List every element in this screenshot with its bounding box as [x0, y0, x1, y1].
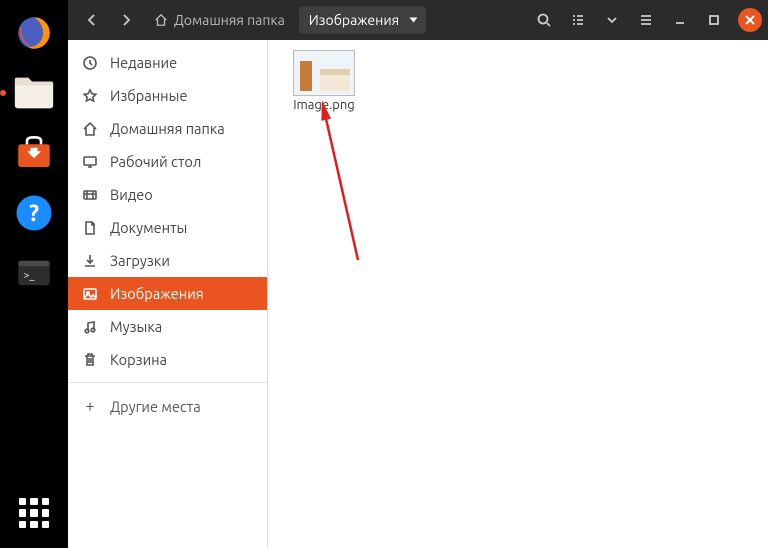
sidebar-item-trash[interactable]: Корзина [68, 343, 267, 376]
file-name-label: Image.png [293, 98, 355, 112]
hamburger-menu-button[interactable] [632, 6, 660, 34]
downloads-icon [82, 253, 98, 269]
pictures-icon [82, 286, 98, 302]
dock-firefox[interactable] [9, 8, 59, 58]
apps-grid-icon [19, 498, 49, 528]
menu-icon [638, 12, 654, 28]
search-button[interactable] [530, 6, 558, 34]
home-icon [82, 121, 98, 137]
dock-help[interactable]: ? [9, 188, 59, 238]
chevron-left-icon [84, 12, 100, 28]
sidebar-item-starred[interactable]: Избранные [68, 79, 267, 112]
dock-software[interactable] [9, 128, 59, 178]
file-manager-window: Домашняя папка Изображения [68, 0, 768, 548]
sidebar: Недавние Избранные Домашняя папка Рабочи… [68, 40, 268, 548]
video-icon [82, 187, 98, 203]
window-body: Недавние Избранные Домашняя папка Рабочи… [68, 40, 768, 548]
breadcrumb-home-label: Домашняя папка [174, 12, 285, 28]
sidebar-item-label: Загрузки [110, 252, 170, 269]
desktop-icon [82, 154, 98, 170]
home-icon [154, 13, 168, 27]
content-area[interactable]: Image.png [268, 40, 768, 548]
annotation-arrow [318, 100, 378, 280]
dock-files[interactable] [9, 68, 59, 118]
file-item[interactable]: Image.png [284, 50, 364, 112]
breadcrumb-current-label: Изображения [309, 12, 399, 28]
close-icon [745, 15, 755, 25]
minimize-button[interactable] [666, 6, 694, 34]
software-store-icon [13, 132, 55, 174]
chevron-down-icon [604, 12, 620, 28]
chevron-right-icon [118, 12, 134, 28]
sidebar-item-label: Избранные [110, 87, 187, 104]
search-icon [536, 12, 552, 28]
dock-terminal[interactable]: >_ [9, 248, 59, 298]
sidebar-item-label: Недавние [110, 54, 177, 71]
sidebar-item-label: Домашняя папка [110, 120, 225, 137]
documents-icon [82, 220, 98, 236]
sidebar-item-label: Изображения [110, 285, 204, 302]
sidebar-item-pictures[interactable]: Изображения [68, 277, 267, 310]
breadcrumb-home[interactable]: Домашняя папка [146, 6, 293, 34]
svg-text:?: ? [29, 201, 39, 226]
close-button[interactable] [738, 8, 762, 32]
music-icon [82, 319, 98, 335]
trash-icon [82, 352, 98, 368]
breadcrumb-current[interactable]: Изображения [299, 6, 426, 34]
sidebar-item-label: Музыка [110, 318, 162, 335]
sidebar-item-home[interactable]: Домашняя папка [68, 112, 267, 145]
sidebar-separator [68, 382, 267, 383]
view-dropdown-button[interactable] [598, 6, 626, 34]
svg-text:>_: >_ [24, 268, 36, 280]
titlebar: Домашняя папка Изображения [68, 0, 768, 40]
star-icon [82, 88, 98, 104]
file-thumbnail [293, 50, 355, 96]
maximize-button[interactable] [700, 6, 728, 34]
sidebar-item-documents[interactable]: Документы [68, 211, 267, 244]
sidebar-item-other-locations[interactable]: + Другие места [68, 389, 267, 423]
minimize-icon [672, 12, 688, 28]
sidebar-item-label: Документы [110, 219, 187, 236]
nav-forward-button[interactable] [112, 6, 140, 34]
nav-back-button[interactable] [78, 6, 106, 34]
list-icon [570, 12, 586, 28]
firefox-icon [13, 12, 55, 54]
terminal-icon: >_ [13, 252, 55, 294]
sidebar-item-videos[interactable]: Видео [68, 178, 267, 211]
clock-icon [82, 55, 98, 71]
dock: ? >_ [0, 0, 68, 548]
chevron-down-icon [410, 18, 418, 23]
plus-icon: + [82, 397, 98, 415]
folder-icon [11, 70, 57, 116]
help-icon: ? [13, 192, 55, 234]
view-list-button[interactable] [564, 6, 592, 34]
sidebar-item-recent[interactable]: Недавние [68, 46, 267, 79]
sidebar-item-downloads[interactable]: Загрузки [68, 244, 267, 277]
sidebar-item-music[interactable]: Музыка [68, 310, 267, 343]
sidebar-item-label: Видео [110, 186, 153, 203]
sidebar-item-label: Рабочий стол [110, 153, 201, 170]
sidebar-item-label: Другие места [110, 398, 201, 415]
show-applications-button[interactable] [9, 488, 59, 538]
maximize-icon [706, 12, 722, 28]
sidebar-item-desktop[interactable]: Рабочий стол [68, 145, 267, 178]
sidebar-item-label: Корзина [110, 351, 167, 368]
